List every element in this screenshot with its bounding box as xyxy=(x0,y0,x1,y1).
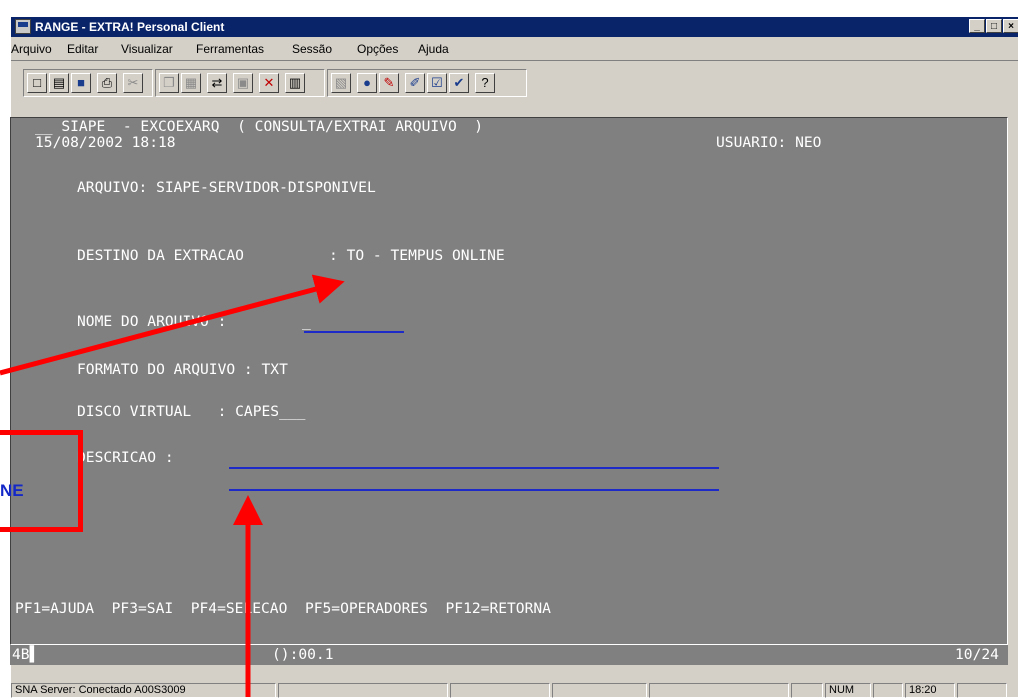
receive-icon[interactable]: ▧ xyxy=(331,73,351,93)
menu-ajuda[interactable]: Ajuda xyxy=(418,42,449,56)
annotation-label: NE xyxy=(0,481,24,500)
status-bar: SNA Server: Conectado A00S3009 NUM 18:20 xyxy=(11,682,1018,698)
window-controls: _ □ × xyxy=(968,19,1018,33)
screen-header: __ SIAPE - EXCOEXARQ ( CONSULTA/EXTRAI A… xyxy=(35,118,484,135)
pf-keys: PF1=AJUDA PF3=SAI PF4=SELECAO PF5=OPERAD… xyxy=(15,600,551,617)
help-icon[interactable]: ? xyxy=(475,73,495,93)
paste-icon[interactable]: ▦ xyxy=(181,73,201,93)
nome-arquivo-label: NOME DO ARQUIVO : xyxy=(77,313,236,330)
nome-arquivo-cursor[interactable]: _ xyxy=(302,314,311,330)
minimize-button[interactable]: _ xyxy=(969,19,985,33)
clock: 18:20 xyxy=(905,683,955,698)
tools-icon[interactable]: ✕ xyxy=(259,73,279,93)
close-button[interactable]: × xyxy=(1003,19,1018,33)
status-panel-5 xyxy=(649,683,789,698)
status-panel-6 xyxy=(791,683,823,698)
formato-label: FORMATO DO ARQUIVO : TXT xyxy=(77,361,288,378)
toolbar-group-file: □ ▤ ■ ⎙ ✂ xyxy=(23,69,153,97)
destino-label: DESTINO DA EXTRACAO xyxy=(77,247,244,264)
open-icon[interactable]: ▤ xyxy=(49,73,69,93)
arquivo-label: ARQUIVO: SIAPE-SERVIDOR-DISPONIVEL xyxy=(77,179,376,196)
toolbar-group-edit: ❐ ▦ ⇄ ▣ ✕ ▥ xyxy=(155,69,325,97)
status-panel-2 xyxy=(278,683,448,698)
cut-icon[interactable]: ✂ xyxy=(123,73,143,93)
menu-ferramentas[interactable]: Ferramentas xyxy=(196,42,264,56)
transfer-icon[interactable]: ▥ xyxy=(285,73,305,93)
oia-timer: ():00.1 xyxy=(272,646,334,663)
num-lock-indicator: NUM xyxy=(825,683,871,698)
copy-icon[interactable]: ❐ xyxy=(159,73,179,93)
macro-icon[interactable]: ✎ xyxy=(379,73,399,93)
menu-sessao[interactable]: Sessão xyxy=(292,42,332,56)
save-icon[interactable]: ■ xyxy=(71,73,91,93)
descricao-input-line2[interactable] xyxy=(229,489,719,491)
window-title: RANGE - EXTRA! Personal Client xyxy=(35,20,225,34)
print-icon[interactable]: ⎙ xyxy=(97,73,117,93)
toolbar-group-macro: ▧ ● ✎ ✐ ☑ ✔ ? xyxy=(327,69,527,97)
disco-label: DISCO VIRTUAL : CAPES___ xyxy=(77,403,306,420)
title-bar[interactable]: RANGE - EXTRA! Personal Client _ □ × xyxy=(11,17,1018,37)
menu-visualizar[interactable]: Visualizar xyxy=(121,42,173,56)
status-panel-3 xyxy=(450,683,550,698)
edit-icon[interactable]: ✐ xyxy=(405,73,425,93)
send-icon[interactable]: ▣ xyxy=(233,73,253,93)
menu-opcoes[interactable]: Opções xyxy=(357,42,398,56)
maximize-button[interactable]: □ xyxy=(986,19,1002,33)
oia-session: 4B▌ xyxy=(12,646,39,663)
new-icon[interactable]: □ xyxy=(27,73,47,93)
menu-arquivo[interactable]: Arquivo xyxy=(11,42,52,56)
status-panel-8 xyxy=(873,683,903,698)
toolbar: □ ▤ ■ ⎙ ✂ ❐ ▦ ⇄ ▣ ✕ ▥ ▧ ● ✎ ✐ ☑ ✔ ? xyxy=(11,60,1018,104)
descricao-input-line1[interactable] xyxy=(229,467,719,469)
menu-editar[interactable]: Editar xyxy=(67,42,98,56)
check-icon[interactable]: ☑ xyxy=(427,73,447,93)
operator-info-area: 4B▌ ():00.1 10/24 xyxy=(10,645,1008,665)
screen-date: 15/08/2002 18:18 xyxy=(35,134,176,151)
check2-icon[interactable]: ✔ xyxy=(449,73,469,93)
usuario-label: USUARIO: NEO xyxy=(716,134,822,151)
terminal-screen[interactable]: __ SIAPE - EXCOEXARQ ( CONSULTA/EXTRAI A… xyxy=(10,117,1008,646)
connect-icon[interactable]: ⇄ xyxy=(207,73,227,93)
server-status: SNA Server: Conectado A00S3009 xyxy=(11,683,276,698)
status-panel-4 xyxy=(552,683,647,698)
oia-cursor-pos: 10/24 xyxy=(955,646,999,663)
terminal-app-icon[interactable] xyxy=(15,19,31,34)
destino-value: : TO - TEMPUS ONLINE xyxy=(329,247,505,264)
status-panel-10 xyxy=(957,683,1007,698)
record-icon[interactable]: ● xyxy=(357,73,377,93)
descricao-label: DESCRICAO : xyxy=(77,449,183,466)
nome-arquivo-input[interactable] xyxy=(304,331,404,333)
